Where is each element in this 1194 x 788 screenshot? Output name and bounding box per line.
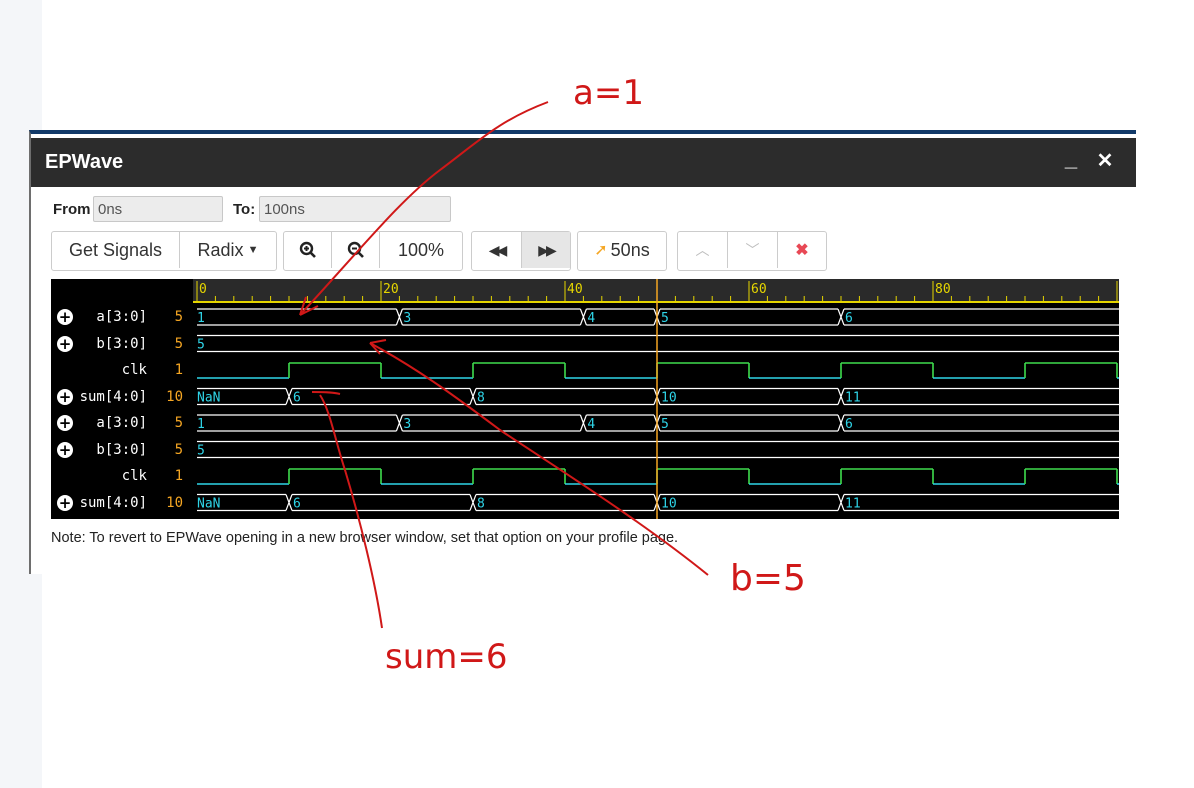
annotation-a: a=1 bbox=[573, 73, 644, 113]
annotation-sum: sum=6 bbox=[385, 637, 508, 677]
annotation-b: b=5 bbox=[730, 558, 806, 599]
handwritten-annotations: a=1 b=5 sum=6 bbox=[299, 73, 806, 677]
